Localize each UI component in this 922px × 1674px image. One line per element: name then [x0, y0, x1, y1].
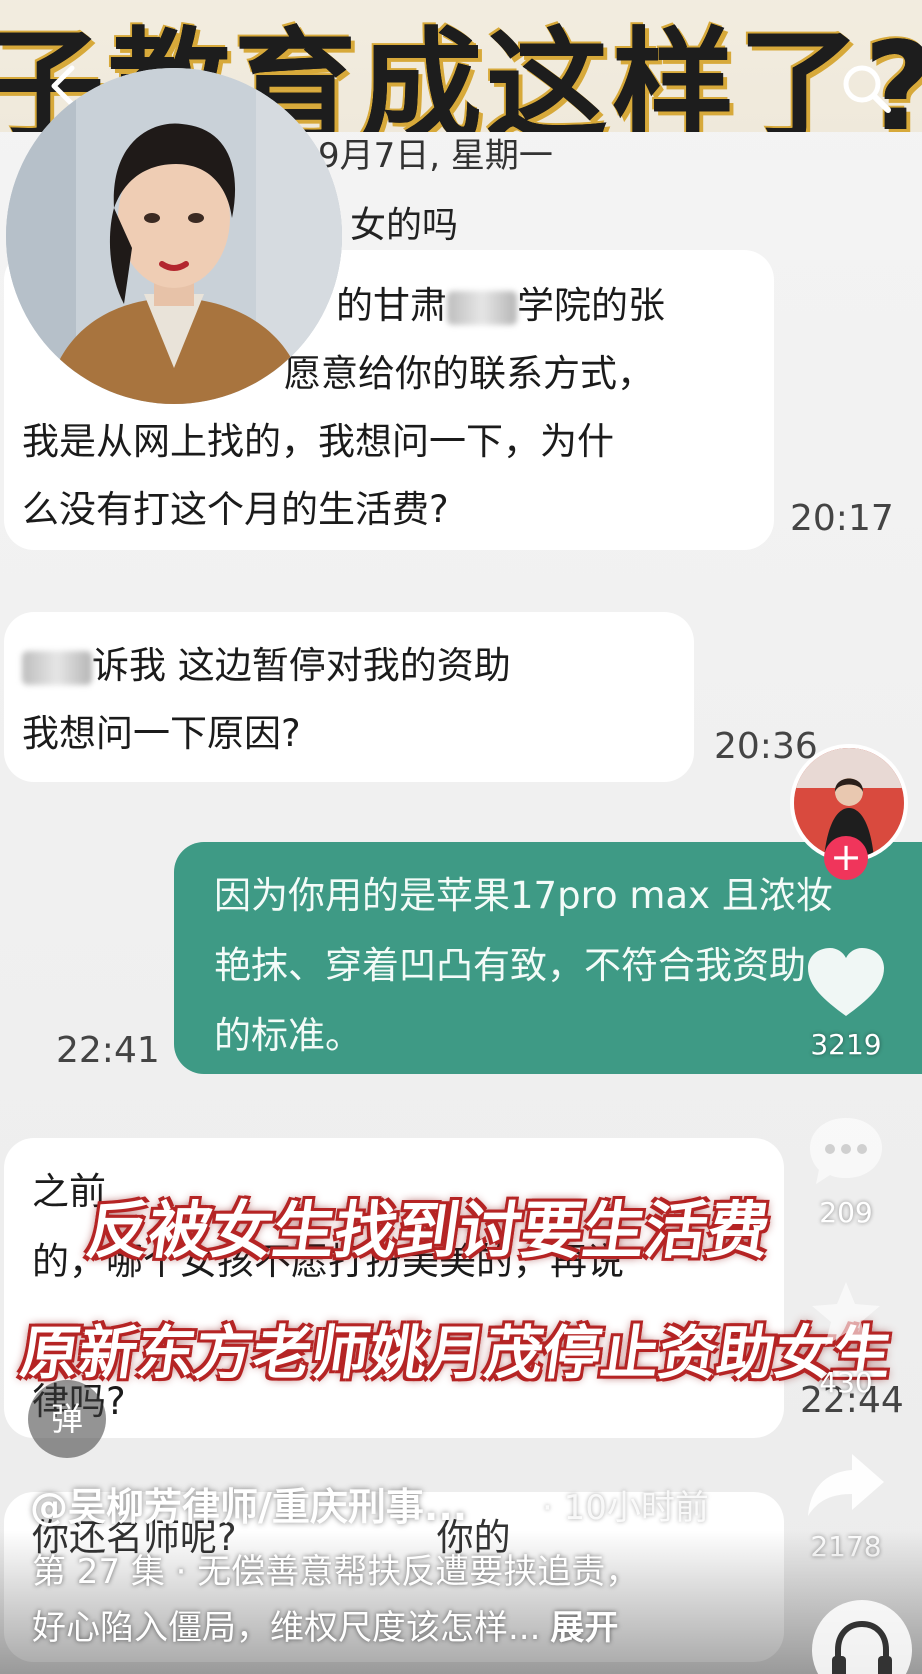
favorite-star-icon[interactable]	[808, 1278, 884, 1354]
message-time: 22:41	[56, 1030, 160, 1071]
like-count: 3219	[810, 1028, 882, 1061]
comment-icon[interactable]	[806, 1114, 886, 1194]
comment-count: 209	[819, 1196, 873, 1229]
bubble-line: 艳抹、穿着凹凸有致，不符合我资助	[214, 944, 806, 987]
post-time: · 10小时前	[542, 1488, 709, 1528]
danmu-toggle[interactable]: 弹	[28, 1380, 106, 1458]
bubble-line: 我想问一下原因?	[22, 712, 301, 755]
presenter-video	[6, 68, 342, 404]
bubble-line: 诉我 这边暂停对我的资助	[22, 632, 511, 700]
bubble-line: 我是从网上找的，我想问一下，为什	[22, 420, 614, 463]
video-description-line1: 第 27 集 · 无偿善意帮扶反遭要挟追责，	[32, 1552, 640, 1592]
video-caption-1: 反被女生找到讨要生活费	[82, 1194, 775, 1267]
author-name[interactable]: @吴柳芳律师/重庆刑事...	[30, 1476, 467, 1531]
expand-link[interactable]: 展开	[550, 1608, 618, 1648]
listen-button[interactable]	[812, 1600, 912, 1674]
search-icon[interactable]	[838, 60, 896, 118]
message-time: 20:36	[714, 726, 818, 767]
bubble-line: 的标准。	[214, 1014, 362, 1057]
redacted-text	[22, 650, 92, 685]
share-icon[interactable]	[804, 1450, 888, 1524]
video-caption-2: 原新东方老师姚月茂停止资助女生	[16, 1319, 897, 1387]
bubble-line: 么没有打这个月的生活费?	[22, 488, 449, 531]
chat-bubble-incoming: 诉我 这边暂停对我的资助 我想问一下原因?	[4, 612, 694, 782]
chat-greeting: 女的吗	[350, 205, 459, 246]
redacted-text	[447, 290, 517, 325]
chat-date: 9月7日, 星期一	[318, 136, 553, 176]
favorite-count: 430	[819, 1366, 873, 1399]
bubble-line: 的甘肃 学院的张	[336, 284, 665, 327]
headphones-icon	[832, 1620, 892, 1674]
like-icon[interactable]	[804, 944, 888, 1024]
follow-button[interactable]: +	[824, 836, 868, 880]
bubble-line: 愿意给你的联系方式，	[284, 352, 654, 395]
message-time: 20:17	[790, 498, 894, 539]
video-screen[interactable]: 子教育成这样了? 9月7日, 星期一 女的吗 的甘肃 学院的张 愿意给你的联系方式…	[0, 0, 922, 1674]
bubble-line: 因为你用的是苹果17pro max 且浓妆	[214, 874, 833, 917]
video-description-line2: 好心陷入僵局，维权尺度该怎样... 展开	[32, 1608, 619, 1648]
